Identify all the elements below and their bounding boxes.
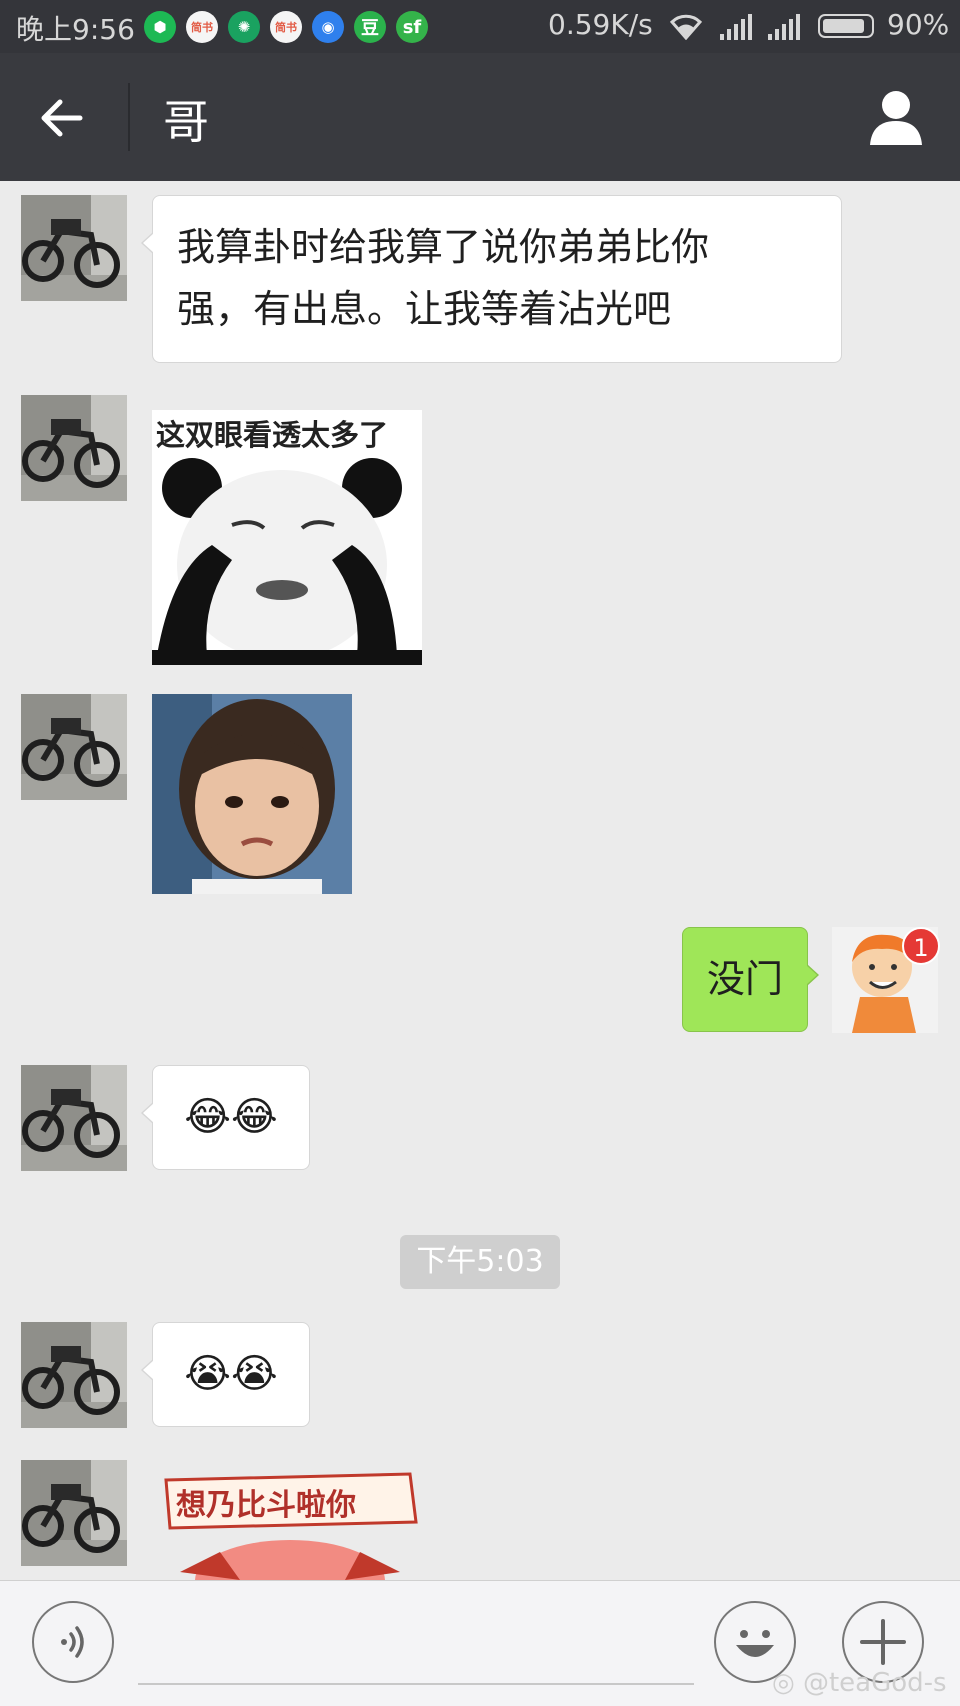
timestamp-divider: 下午5:03 xyxy=(400,1235,560,1289)
motorcycle-avatar-image xyxy=(21,694,127,800)
cell-signal-icon xyxy=(720,14,752,40)
jianshu-app-icon: 简书 xyxy=(270,11,302,43)
notification-icons: ⬢ 简书 ✺ 简书 ◉ 豆 sf xyxy=(144,11,428,43)
sf-app-icon: sf xyxy=(396,11,428,43)
battery-level xyxy=(823,19,865,33)
message-text: 我算卦时给我算了说你弟弟比你 xyxy=(177,225,710,269)
contact-avatar[interactable] xyxy=(21,1460,127,1566)
emoji-text: 😭😭 xyxy=(184,1351,278,1397)
cell-signal-icon xyxy=(768,14,800,40)
header-divider xyxy=(128,83,130,151)
status-bar: 晚上9:56 ⬢ 简书 ✺ 简书 ◉ 豆 sf 0.59K/s 90% xyxy=(0,0,960,53)
sticker-caption: 想乃比斗啦你 xyxy=(176,1488,356,1523)
message-text: 没门 xyxy=(706,957,783,1001)
voice-icon xyxy=(61,1626,84,1658)
sticker-caption: 这双眼看透太多了 xyxy=(156,418,389,452)
status-time: 晚上9:56 xyxy=(16,13,135,46)
unread-badge: 1 xyxy=(902,927,940,965)
contact-avatar[interactable] xyxy=(21,1065,127,1171)
sticker-message[interactable]: 想乃比斗啦你 xyxy=(160,1462,422,1580)
motorcycle-avatar-image xyxy=(21,195,127,301)
douban-app-icon: 豆 xyxy=(354,11,386,43)
sticker-message[interactable]: 这双眼看透太多了 xyxy=(152,410,422,665)
watermark-text: @teaGod-s xyxy=(802,1668,947,1698)
contact-avatar[interactable] xyxy=(21,195,127,301)
motorcycle-avatar-image xyxy=(21,395,127,501)
sent-message-bubble[interactable]: 没门 xyxy=(682,927,819,1032)
contact-avatar[interactable] xyxy=(21,395,127,501)
person-icon xyxy=(870,91,922,145)
motorcycle-avatar-image xyxy=(21,1460,127,1566)
contact-avatar[interactable] xyxy=(21,694,127,800)
image-message[interactable] xyxy=(152,694,352,894)
back-button[interactable] xyxy=(32,88,96,148)
watermark: ◎ @teaGod-s xyxy=(772,1668,947,1698)
panda-sticker-image xyxy=(152,458,422,665)
message-bubble[interactable]: 我算卦时给我算了说你弟弟比你 强，有出息。让我等着沾光吧 xyxy=(141,195,842,363)
message-text: 强，有出息。让我等着沾光吧 xyxy=(177,287,672,331)
message-bubble[interactable]: 😂😂 xyxy=(141,1065,310,1170)
chat-header: 哥 xyxy=(0,53,960,181)
leaf-app-icon: ✺ xyxy=(228,11,260,43)
emoji-text: 😂😂 xyxy=(184,1094,278,1140)
shield-app-icon: ⬢ xyxy=(144,11,176,43)
contact-avatar[interactable] xyxy=(21,1322,127,1428)
motorcycle-avatar-image xyxy=(21,1322,127,1428)
chat-info-button[interactable] xyxy=(864,85,928,149)
jianshu-app-icon: 简书 xyxy=(186,11,218,43)
battery-percent: 90% xyxy=(887,8,950,41)
network-speed: 0.59K/s xyxy=(548,8,653,41)
voice-button[interactable] xyxy=(32,1601,114,1683)
chat-title: 哥 xyxy=(163,95,209,149)
message-input[interactable] xyxy=(138,1683,694,1685)
arrow-left-icon xyxy=(41,99,83,137)
message-bubble[interactable]: 😭😭 xyxy=(141,1322,310,1427)
wifi-icon xyxy=(669,14,703,40)
child-photo-image xyxy=(152,694,352,894)
map-app-icon: ◉ xyxy=(312,11,344,43)
motorcycle-avatar-image xyxy=(21,1065,127,1171)
weibo-icon: ◎ xyxy=(772,1668,795,1698)
battery-icon xyxy=(818,14,874,38)
